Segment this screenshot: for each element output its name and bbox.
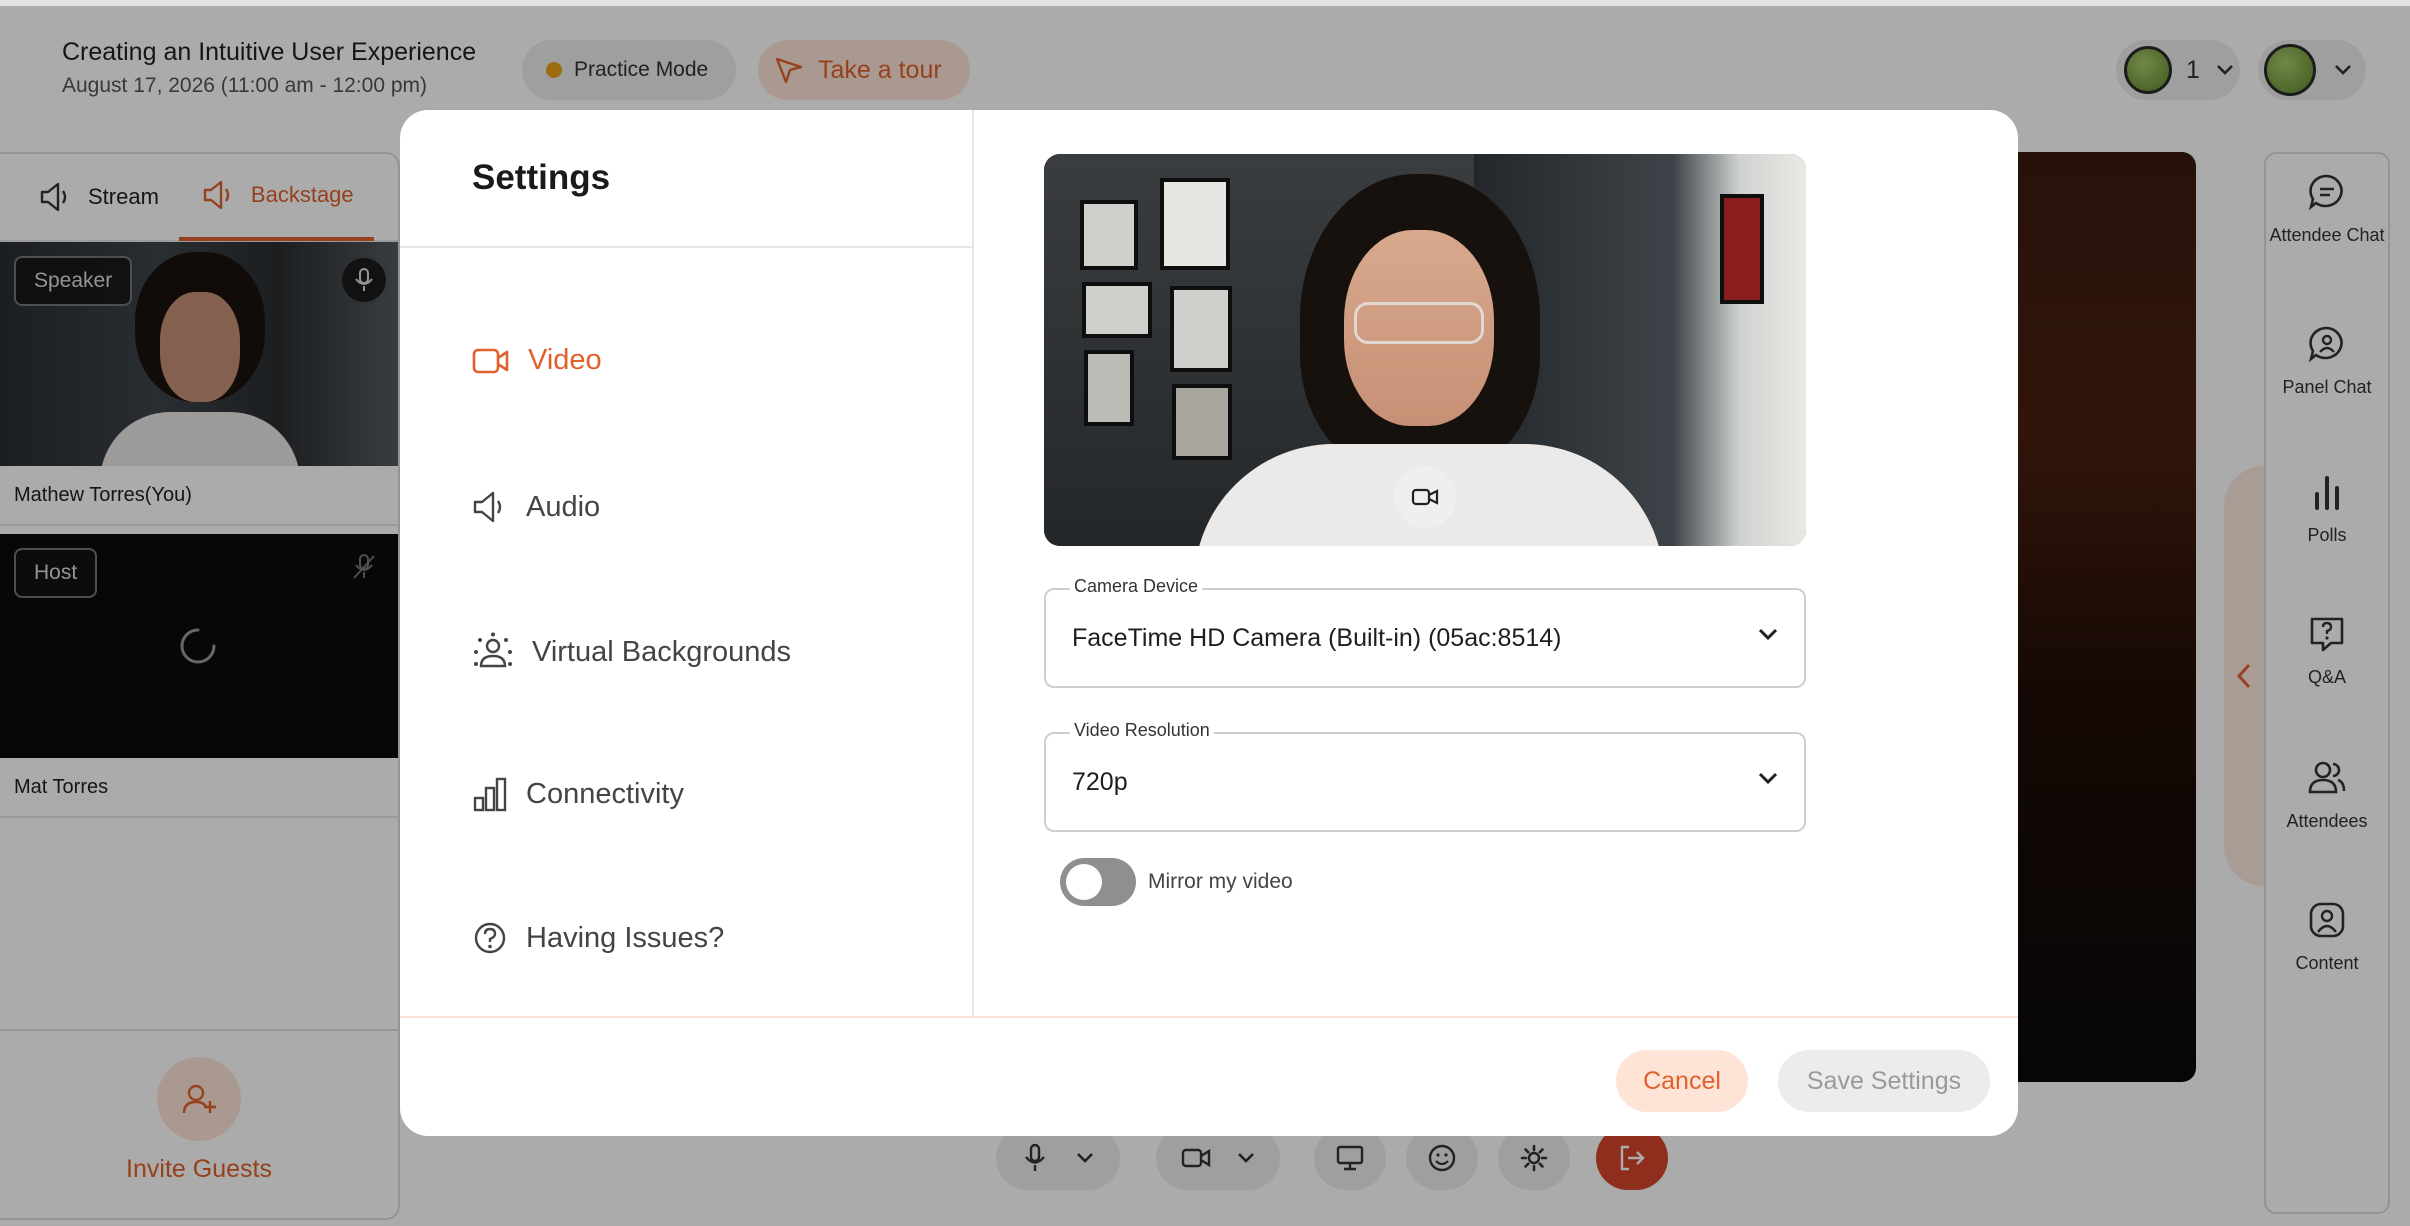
- video-resolution-label: Video Resolution: [1070, 720, 1214, 741]
- wall-frame: [1170, 286, 1232, 372]
- settings-title: Settings: [472, 158, 611, 197]
- preview-camera-button[interactable]: [1394, 466, 1456, 528]
- settings-nav-video[interactable]: Video: [472, 344, 602, 377]
- chevron-down-icon: [1758, 772, 1778, 785]
- settings-nav-label: Video: [528, 344, 602, 376]
- settings-nav-panel: Settings Video Audio Virtual Backgrounds…: [400, 110, 974, 1016]
- settings-nav-label: Having Issues?: [526, 921, 725, 954]
- camera-preview: [1044, 154, 1806, 546]
- mirror-video-toggle[interactable]: [1060, 858, 1136, 906]
- virtual-bg-icon: [474, 632, 512, 668]
- wall-frame: [1172, 384, 1232, 460]
- video-resolution-select[interactable]: Video Resolution 720p: [1044, 720, 1806, 832]
- settings-nav-connectivity[interactable]: Connectivity: [472, 776, 684, 812]
- modal-footer: Cancel Save Settings: [400, 1016, 2018, 1136]
- video-icon: [472, 348, 509, 373]
- cancel-button[interactable]: Cancel: [1616, 1050, 1748, 1112]
- settings-nav-label: Audio: [526, 490, 601, 523]
- preview-glasses: [1354, 302, 1484, 344]
- wall-frame: [1084, 350, 1134, 426]
- chevron-down-icon: [1758, 628, 1778, 641]
- camera-device-value: FaceTime HD Camera (Built-in) (05ac:8514…: [1072, 624, 1562, 652]
- wall-frame: [1160, 178, 1230, 270]
- app-window: Creating an Intuitive User Experience Au…: [0, 0, 2410, 1226]
- video-resolution-value: 720p: [1072, 768, 1128, 796]
- speaker-icon: [473, 491, 502, 523]
- mirror-video-label: Mirror my video: [1148, 870, 1293, 893]
- video-icon: [1411, 488, 1439, 506]
- settings-nav-label: Connectivity: [526, 777, 684, 810]
- settings-nav-having-issues[interactable]: Having Issues?: [472, 920, 724, 956]
- signal-bars-icon: [473, 777, 507, 812]
- save-settings-button[interactable]: Save Settings: [1778, 1050, 1990, 1112]
- toggle-knob: [1066, 864, 1102, 900]
- wall-poster: [1720, 194, 1764, 304]
- divider: [400, 246, 974, 248]
- wall-frame: [1080, 200, 1138, 270]
- camera-device-select[interactable]: Camera Device FaceTime HD Camera (Built-…: [1044, 576, 1806, 688]
- settings-nav-audio[interactable]: Audio: [472, 488, 600, 526]
- help-icon: [474, 922, 506, 954]
- camera-device-label: Camera Device: [1070, 576, 1203, 597]
- settings-nav-label: Virtual Backgrounds: [532, 635, 792, 668]
- settings-modal: Settings Video Audio Virtual Backgrounds…: [400, 110, 2018, 1136]
- wall-frame: [1082, 282, 1152, 338]
- settings-nav-virtual-backgrounds[interactable]: Virtual Backgrounds: [472, 632, 791, 672]
